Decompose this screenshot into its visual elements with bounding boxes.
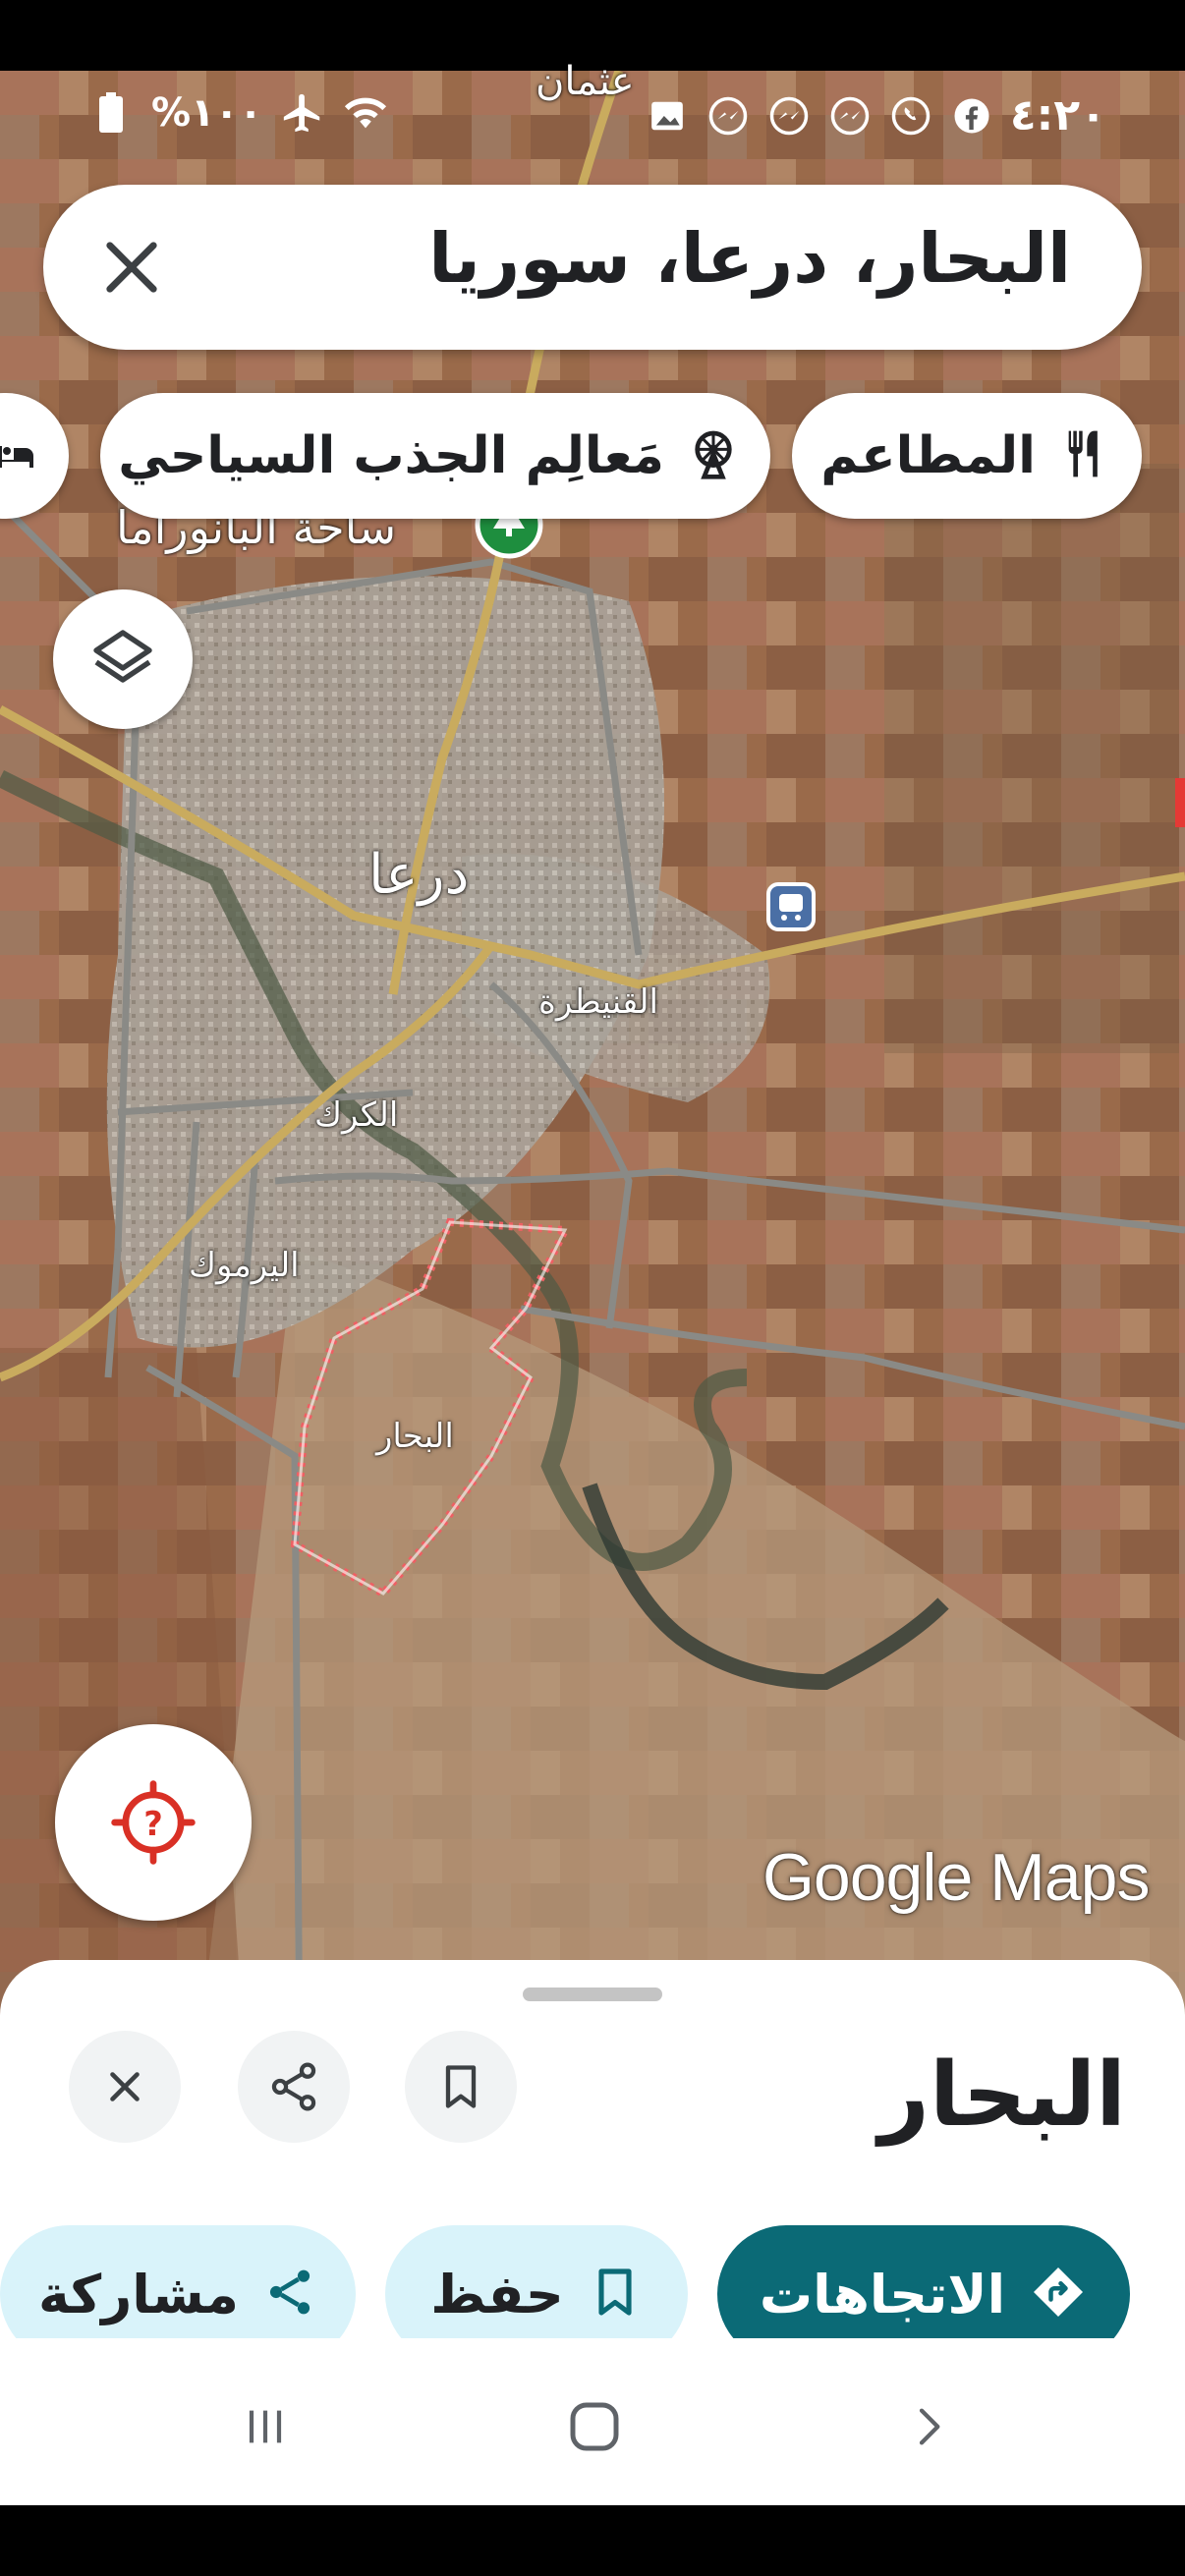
status-bar: %١٠٠ ٤:٢٠: [0, 71, 1185, 159]
close-sheet-button[interactable]: [69, 2031, 181, 2143]
recents-icon: [249, 2410, 282, 2443]
map-label-quneitra: القنيطرة: [538, 982, 658, 1022]
directions-icon: [1029, 2263, 1088, 2325]
facebook-icon: [949, 93, 994, 139]
location-unknown-icon: ?: [111, 1780, 196, 1865]
share-icon: [271, 2062, 316, 2111]
battery-level: %١٠٠: [151, 90, 263, 136]
directions-button[interactable]: الاتجاهات: [717, 2225, 1130, 2338]
map-label-yarmouk: اليرموك: [189, 1246, 300, 1285]
train-station-icon[interactable]: [766, 882, 816, 931]
my-location-button[interactable]: ?: [55, 1724, 252, 1921]
messenger-icon: [705, 93, 751, 139]
bookmark-icon: [445, 2065, 477, 2108]
chip-attractions[interactable]: مَعالِم الجذب السياحي: [100, 393, 770, 519]
search-query[interactable]: البحار، درعا، سوريا: [428, 218, 1071, 299]
clear-search-button[interactable]: [94, 230, 169, 305]
save-button[interactable]: حفظ: [385, 2225, 688, 2338]
close-icon: [106, 242, 157, 293]
save-icon-button[interactable]: [405, 2031, 517, 2143]
map-label-city: درعا: [368, 843, 470, 907]
share-icon: [262, 2265, 317, 2324]
back-icon: [919, 2408, 940, 2445]
layers-button[interactable]: [53, 589, 193, 729]
place-sheet[interactable]: البحار الاتجاهات حفظ مشاركة: [0, 1960, 1185, 2338]
share-label: مشاركة: [38, 2263, 239, 2325]
svg-text:?: ?: [143, 1805, 163, 1843]
recents-button[interactable]: [226, 2387, 305, 2466]
save-label: حفظ: [430, 2263, 564, 2325]
google-maps-watermark: Google Maps: [762, 1840, 1150, 1915]
status-time: ٤:٢٠: [1009, 90, 1106, 140]
layers-icon: [93, 630, 152, 683]
fork-knife-icon: [1057, 426, 1112, 485]
messenger-icon: [766, 93, 812, 139]
airplane-icon: [280, 90, 325, 136]
messenger-icon: [827, 93, 873, 139]
wifi-icon: [343, 90, 388, 136]
sheet-drag-handle[interactable]: [523, 1988, 662, 2001]
back-button[interactable]: [889, 2387, 968, 2466]
bookmark-icon: [588, 2265, 643, 2324]
chip-attractions-label: مَعالِم الجذب السياحي: [118, 426, 664, 485]
map-label-karak: الكرك: [314, 1095, 399, 1135]
search-bar[interactable]: البحار، درعا، سوريا: [43, 185, 1142, 350]
chip-restaurants[interactable]: المطاعم: [792, 393, 1142, 519]
share-button[interactable]: مشاركة: [0, 2225, 356, 2338]
chip-restaurants-label: المطاعم: [820, 426, 1036, 485]
screen: عثمان ساحة البانوراما درعا القنيطرة الكر…: [0, 0, 1185, 2576]
ferris-wheel-icon: [686, 426, 741, 485]
place-title: البحار: [878, 2044, 1126, 2147]
home-icon: [570, 2402, 619, 2451]
share-icon-button[interactable]: [238, 2031, 350, 2143]
directions-label: الاتجاهات: [759, 2263, 1006, 2325]
close-icon: [110, 2072, 140, 2101]
home-button[interactable]: [555, 2387, 634, 2466]
map-label-bahar: البحار: [376, 1417, 454, 1456]
whatsapp-icon: [888, 93, 933, 139]
system-nav-bar: [0, 2338, 1185, 2505]
battery-icon: [88, 90, 134, 136]
hotel-icon: [0, 430, 39, 481]
gallery-icon: [645, 93, 690, 139]
